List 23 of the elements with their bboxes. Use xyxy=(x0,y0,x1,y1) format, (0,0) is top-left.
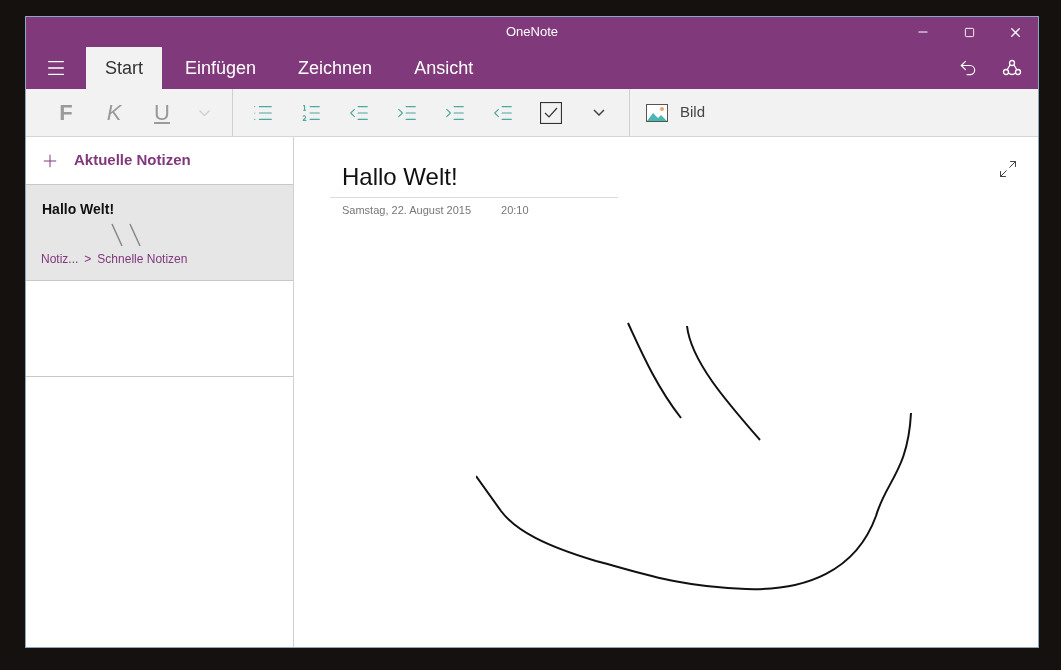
picture-button[interactable]: Bild xyxy=(630,92,705,133)
section-name: Schnelle Notizen xyxy=(97,251,188,268)
picture-icon xyxy=(646,103,668,122)
breadcrumb-separator: > xyxy=(84,251,92,268)
page-time: 20:10 xyxy=(501,203,529,218)
page-list-item[interactable]: Hallo Welt! Notiz... > Schnelle Notizen xyxy=(26,185,293,281)
ribbon-tab[interactable]: Zeichnen xyxy=(277,47,394,89)
undo-icon xyxy=(958,58,978,78)
page-title: Hallo Welt! xyxy=(42,200,116,219)
checkbox-icon xyxy=(540,101,562,124)
page-date: Samstag, 22. August 2015 xyxy=(342,203,472,218)
notebook-name: Notiz... xyxy=(41,251,79,268)
expand-icon xyxy=(998,159,1018,179)
chevron-down-icon xyxy=(593,109,605,116)
maximize-icon xyxy=(963,26,975,38)
expand-button[interactable] xyxy=(998,159,1018,179)
ribbon-tab[interactable]: Einfügen xyxy=(164,47,278,89)
ribbon-tab[interactable]: Start xyxy=(86,47,162,89)
ribbon-tab[interactable]: Ansicht xyxy=(393,47,495,89)
page-title-field[interactable]: Hallo Welt! xyxy=(330,159,618,198)
share-icon xyxy=(1002,58,1022,78)
chevron-down-icon xyxy=(198,109,210,116)
window-title: OneNote xyxy=(506,23,559,42)
